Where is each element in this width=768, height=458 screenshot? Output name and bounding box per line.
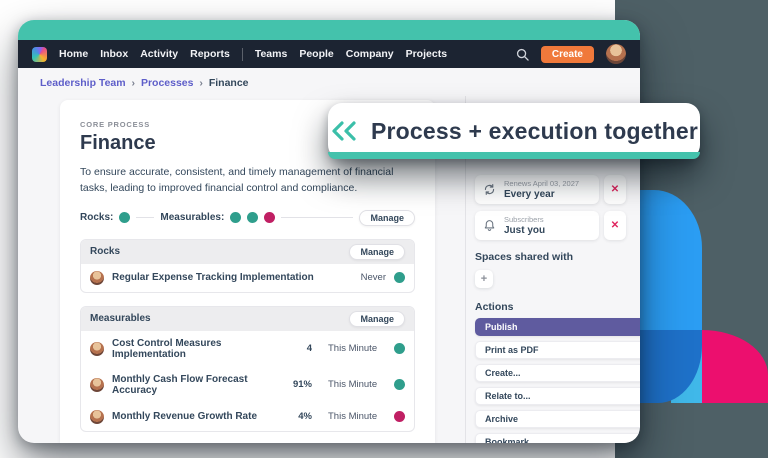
nav-item-activity[interactable]: Activity bbox=[140, 48, 178, 60]
relate-to-button[interactable]: Relate to... bbox=[475, 387, 640, 405]
table-row[interactable]: Monthly Revenue Growth Rate 4% This Minu… bbox=[81, 403, 414, 431]
measurable-status-dot bbox=[247, 212, 258, 223]
nav-item-home[interactable]: Home bbox=[59, 48, 88, 60]
nav-item-teams[interactable]: Teams bbox=[255, 48, 288, 60]
summary-row: Rocks: Measurables: Manage bbox=[80, 210, 415, 226]
summary-divider bbox=[136, 217, 154, 218]
bell-icon bbox=[483, 219, 496, 232]
status-dot bbox=[394, 411, 405, 422]
window-titlebar bbox=[18, 20, 640, 40]
create-action-button[interactable]: Create... bbox=[475, 364, 640, 382]
renews-value: Every year bbox=[504, 189, 579, 200]
user-avatar[interactable] bbox=[606, 44, 626, 64]
measurable-value: 4% bbox=[286, 411, 312, 422]
measurable-title: Cost Control Measures Implementation bbox=[112, 338, 278, 360]
app-window: Home Inbox Activity Reports Teams People… bbox=[18, 20, 640, 443]
measurables-manage-button[interactable]: Manage bbox=[349, 311, 405, 327]
archive-button[interactable]: Archive bbox=[475, 410, 640, 428]
banner-text: Process + execution together bbox=[371, 118, 698, 145]
avatar bbox=[90, 271, 104, 285]
publish-button[interactable]: Publish bbox=[475, 318, 640, 336]
measurable-title: Monthly Revenue Growth Rate bbox=[112, 411, 278, 422]
avatar bbox=[90, 342, 104, 356]
add-space-button[interactable]: + bbox=[475, 270, 493, 288]
measurables-summary-label: Measurables: bbox=[160, 212, 224, 223]
table-row[interactable]: Monthly Cash Flow Forecast Accuracy 91% … bbox=[81, 367, 414, 403]
setting-row-renews: Renews April 03, 2027 Every year ✕ bbox=[475, 175, 626, 204]
create-button[interactable]: Create bbox=[541, 46, 594, 63]
remove-renews-button[interactable]: ✕ bbox=[604, 175, 626, 204]
avatar bbox=[90, 410, 104, 424]
measurable-frequency: This Minute bbox=[328, 379, 386, 390]
nav-item-company[interactable]: Company bbox=[346, 48, 394, 60]
table-row[interactable]: Regular Expense Tracking Implementation … bbox=[81, 264, 414, 292]
nav-item-reports[interactable]: Reports bbox=[190, 48, 230, 60]
subscribers-value: Just you bbox=[504, 225, 545, 236]
measurable-title: Monthly Cash Flow Forecast Accuracy bbox=[112, 374, 278, 396]
subscribers-label: Subscribers bbox=[504, 215, 545, 224]
rocks-section: Rocks Manage Regular Expense Tracking Im… bbox=[80, 239, 415, 293]
nav-item-people[interactable]: People bbox=[299, 48, 333, 60]
measurables-header-label: Measurables bbox=[90, 313, 151, 324]
rock-title: Regular Expense Tracking Implementation bbox=[112, 272, 345, 283]
rock-frequency: Never bbox=[361, 272, 386, 283]
rocks-summary-label: Rocks: bbox=[80, 212, 113, 223]
breadcrumb-current: Finance bbox=[209, 77, 249, 89]
page-background: Home Inbox Activity Reports Teams People… bbox=[0, 0, 768, 458]
rock-status-dot bbox=[119, 212, 130, 223]
remove-subscribers-button[interactable]: ✕ bbox=[604, 211, 626, 240]
measurables-section-header: Measurables Manage bbox=[81, 307, 414, 331]
top-navbar: Home Inbox Activity Reports Teams People… bbox=[18, 40, 640, 68]
status-dot bbox=[394, 343, 405, 354]
setting-row-subscribers: Subscribers Just you ✕ bbox=[475, 211, 626, 240]
measurable-value: 4 bbox=[286, 343, 312, 354]
spaces-heading: Spaces shared with bbox=[475, 251, 626, 263]
breadcrumb-separator: › bbox=[132, 77, 136, 89]
actions-heading: Actions bbox=[475, 301, 626, 313]
bookmark-button[interactable]: Bookmark bbox=[475, 433, 640, 443]
breadcrumb-link-team[interactable]: Leadership Team bbox=[40, 77, 126, 89]
search-icon[interactable] bbox=[516, 48, 529, 61]
measurable-frequency: This Minute bbox=[328, 411, 386, 422]
subscribers-card[interactable]: Subscribers Just you bbox=[475, 211, 599, 240]
breadcrumb: Leadership Team › Processes › Finance bbox=[18, 68, 640, 89]
nav-item-inbox[interactable]: Inbox bbox=[100, 48, 128, 60]
nav-item-projects[interactable]: Projects bbox=[406, 48, 447, 60]
status-dot bbox=[394, 272, 405, 283]
measurable-status-dot bbox=[230, 212, 241, 223]
renew-icon bbox=[483, 183, 496, 196]
double-chevron-left-icon bbox=[330, 120, 358, 142]
measurable-frequency: This Minute bbox=[328, 343, 386, 354]
renews-label: Renews April 03, 2027 bbox=[504, 179, 579, 188]
breadcrumb-link-processes[interactable]: Processes bbox=[141, 77, 194, 89]
print-pdf-button[interactable]: Print as PDF bbox=[475, 341, 640, 359]
manage-button[interactable]: Manage bbox=[359, 210, 415, 226]
feature-banner: Process + execution together bbox=[328, 103, 700, 159]
breadcrumb-separator: › bbox=[199, 77, 203, 89]
renews-card[interactable]: Renews April 03, 2027 Every year bbox=[475, 175, 599, 204]
measurables-section: Measurables Manage Cost Control Measures… bbox=[80, 306, 415, 432]
avatar bbox=[90, 378, 104, 392]
summary-divider bbox=[281, 217, 353, 218]
measurable-value: 91% bbox=[286, 379, 312, 390]
banner-accent-bar bbox=[328, 152, 700, 159]
rocks-header-label: Rocks bbox=[90, 246, 120, 257]
measurable-status-dot bbox=[264, 212, 275, 223]
table-row[interactable]: Cost Control Measures Implementation 4 T… bbox=[81, 331, 414, 367]
nav-divider bbox=[242, 48, 243, 61]
process-description: To ensure accurate, consistent, and time… bbox=[80, 164, 402, 197]
app-logo[interactable] bbox=[32, 47, 47, 62]
status-dot bbox=[394, 379, 405, 390]
rocks-manage-button[interactable]: Manage bbox=[349, 244, 405, 260]
rocks-section-header: Rocks Manage bbox=[81, 240, 414, 264]
